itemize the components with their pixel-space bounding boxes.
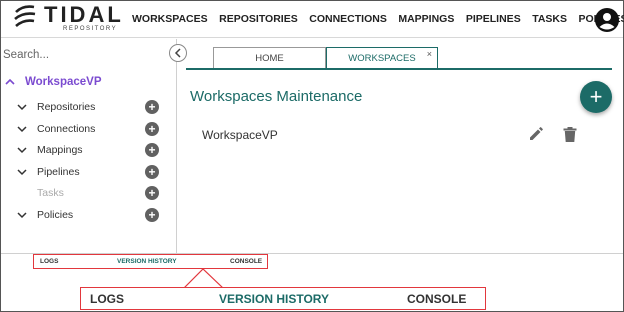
logo-subtitle: REPOSITORY xyxy=(63,26,118,32)
sidebar: WorkspaceVP Repositories + Connections +… xyxy=(1,39,187,253)
tab-home[interactable]: HOME xyxy=(213,47,326,69)
chevron-up-icon xyxy=(5,78,15,85)
main-nav: WORKSPACES REPOSITORIES CONNECTIONS MAPP… xyxy=(132,1,624,37)
add-circle-icon[interactable]: + xyxy=(145,165,159,179)
nav-repositories[interactable]: REPOSITORIES xyxy=(219,13,298,25)
sidebar-item-label: Pipelines xyxy=(37,166,80,178)
sidebar-item-connections[interactable]: Connections + xyxy=(17,121,159,137)
add-circle-icon[interactable]: + xyxy=(145,143,159,157)
sidebar-item-label: Tasks xyxy=(37,187,64,199)
account-circle-icon[interactable] xyxy=(595,8,619,32)
sidebar-item-label: Repositories xyxy=(37,101,96,113)
tab-label: HOME xyxy=(255,53,284,64)
sidebar-item-tasks[interactable]: Tasks + xyxy=(17,185,159,201)
add-circle-icon[interactable]: + xyxy=(145,122,159,136)
chevron-down-icon xyxy=(17,169,27,176)
page-title: Workspaces Maintenance xyxy=(190,88,363,105)
bottom-tab-logs[interactable]: LOGS xyxy=(40,258,58,265)
sidebar-item-repositories[interactable]: Repositories + xyxy=(17,99,159,115)
collapse-sidebar-button[interactable] xyxy=(169,44,187,62)
workspace-name: WorkspaceVP xyxy=(25,76,102,88)
edit-icon[interactable] xyxy=(529,127,543,141)
zoomed-tab-logs[interactable]: LOGS xyxy=(90,292,124,306)
chevron-left-icon xyxy=(174,48,181,58)
sidebar-item-label: Policies xyxy=(37,209,74,221)
add-circle-icon[interactable]: + xyxy=(145,208,159,222)
app-header: TIDAL REPOSITORY WORKSPACES REPOSITORIES… xyxy=(1,1,624,38)
search-input[interactable] xyxy=(3,49,163,61)
nav-workspaces[interactable]: WORKSPACES xyxy=(132,13,208,25)
add-workspace-button[interactable]: + xyxy=(580,81,612,113)
callout-pointer xyxy=(183,268,224,288)
close-icon[interactable]: × xyxy=(427,49,432,59)
bottom-tab-version-history[interactable]: VERSION HISTORY xyxy=(117,258,177,265)
tidal-logo-mark-icon xyxy=(14,5,36,28)
delete-icon[interactable] xyxy=(563,127,577,142)
nav-tasks[interactable]: TASKS xyxy=(532,13,567,25)
chevron-down-icon xyxy=(17,147,27,154)
zoomed-tab-console[interactable]: CONSOLE xyxy=(407,292,466,306)
sidebar-item-label: Connections xyxy=(37,123,96,135)
nav-mappings[interactable]: MAPPINGS xyxy=(398,13,454,25)
bottom-tab-bar: LOGS VERSION HISTORY CONSOLE xyxy=(33,254,268,269)
add-circle-icon[interactable]: + xyxy=(145,100,159,114)
chevron-down-icon xyxy=(17,126,27,133)
chevron-down-icon xyxy=(17,212,27,219)
sidebar-item-label: Mappings xyxy=(37,144,83,156)
sidebar-item-pipelines[interactable]: Pipelines + xyxy=(17,164,159,180)
zoomed-tab-version-history[interactable]: VERSION HISTORY xyxy=(219,292,329,306)
sidebar-item-policies[interactable]: Policies + xyxy=(17,207,159,223)
add-circle-icon[interactable]: + xyxy=(145,186,159,200)
tidal-logo[interactable]: TIDAL REPOSITORY xyxy=(13,4,125,34)
sidebar-item-mappings[interactable]: Mappings + xyxy=(17,142,159,158)
bottom-tab-console[interactable]: CONSOLE xyxy=(230,258,262,265)
chevron-down-icon xyxy=(17,104,27,111)
tabs-underline xyxy=(186,68,612,70)
nav-connections[interactable]: CONNECTIONS xyxy=(309,13,387,25)
bottom-tab-bar-zoomed: LOGS VERSION HISTORY CONSOLE xyxy=(80,287,486,310)
tab-workspaces[interactable]: WORKSPACES × xyxy=(326,47,438,70)
tab-label: WORKSPACES xyxy=(348,52,416,64)
logo-text: TIDAL xyxy=(44,2,124,27)
workspace-row-name[interactable]: WorkspaceVP xyxy=(202,128,278,142)
workspace-tree-root[interactable]: WorkspaceVP xyxy=(5,76,102,88)
nav-pipelines[interactable]: PIPELINES xyxy=(466,13,521,25)
